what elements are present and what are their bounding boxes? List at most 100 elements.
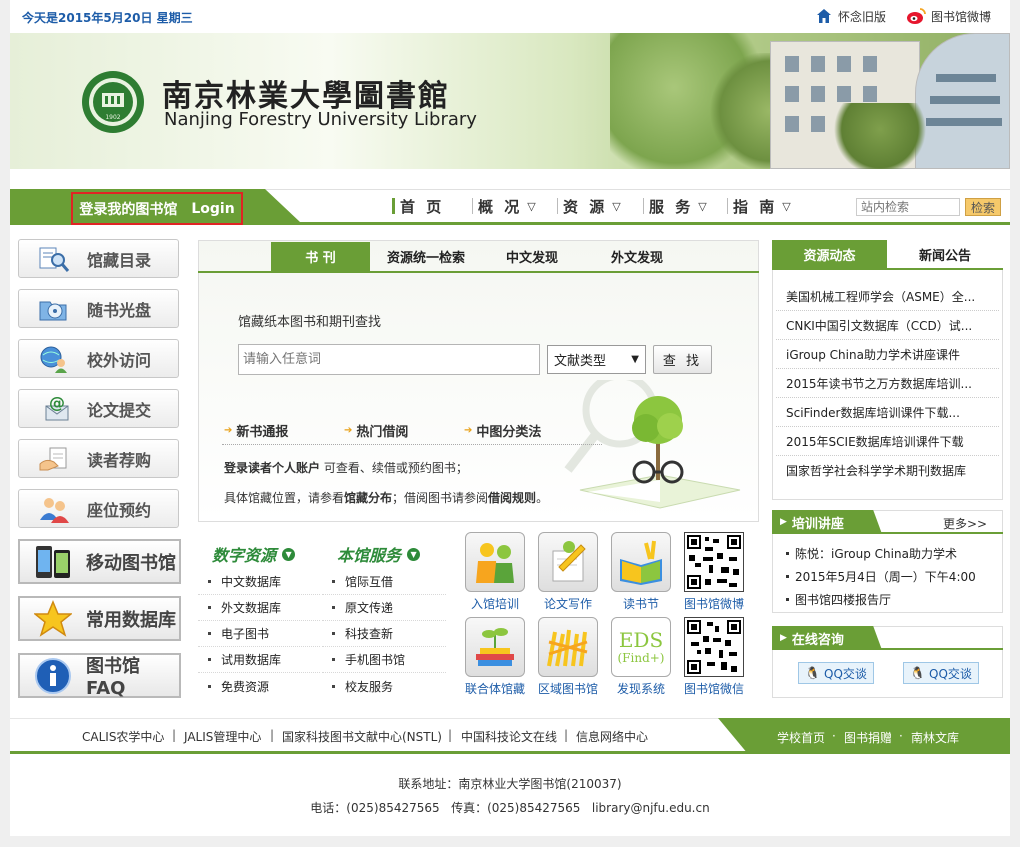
list-item-label: 免费资源	[221, 679, 270, 694]
discovery-system-label[interactable]: 发现系统	[602, 680, 680, 697]
news-item[interactable]: 2015年读书节之万方数据库培训...	[786, 375, 986, 392]
footer-link-book-donation[interactable]: 图书捐赠	[844, 729, 892, 746]
nav-divider	[472, 198, 473, 214]
tab-resource-news[interactable]: 资源动态	[772, 240, 887, 268]
mobile-library-button[interactable]: 移动图书馆	[18, 539, 181, 584]
reading-festival-label[interactable]: 读书节	[602, 595, 680, 612]
bullet-icon	[208, 658, 211, 661]
site-search-input[interactable]	[856, 198, 960, 216]
list-item[interactable]: 科技查新	[322, 621, 446, 647]
footer-link-nanlin-library[interactable]: 南林文库	[911, 729, 959, 746]
quicklink-new-books[interactable]: ➔ 新书通报	[224, 421, 288, 440]
faq-button[interactable]: 图书馆FAQ	[18, 653, 181, 699]
recommend-label: 读者荐购	[87, 450, 152, 470]
footer-link-network-center[interactable]: 信息网络中心	[576, 728, 648, 745]
training-line[interactable]: 陈悦：iGroup China助力学术	[786, 545, 957, 562]
paper-writing-tile[interactable]	[538, 532, 598, 592]
regional-library-label[interactable]: 区域图书馆	[529, 680, 607, 697]
news-item[interactable]: iGroup China助力学术讲座课件	[786, 346, 986, 363]
nav-resources[interactable]: 资 源 ▽	[557, 193, 621, 219]
nav-services-label: 服 务	[649, 197, 694, 216]
cd-button[interactable]: 随书光盘	[18, 289, 179, 328]
penguin-icon: 🐧	[910, 666, 926, 680]
qq-chat-button-1[interactable]: 🐧 QQ交谈	[798, 662, 874, 684]
list-item-label: 电子图书	[221, 627, 270, 641]
list-item[interactable]: 外文数据库	[198, 595, 320, 621]
news-item[interactable]: 美国机械工程师学会（ASME）全...	[786, 288, 986, 305]
info-icon	[34, 657, 72, 695]
tab-unified-search[interactable]: 资源统一检索	[373, 242, 479, 271]
training-more-link[interactable]: 更多>>	[943, 515, 987, 532]
distribution-link[interactable]: 馆藏分布	[344, 491, 392, 505]
training-line[interactable]: 图书馆四楼报告厅	[786, 591, 891, 608]
tab-foreign-discovery[interactable]: 外文发现	[598, 242, 676, 271]
nav-divider	[557, 198, 558, 214]
tab-chinese-discovery[interactable]: 中文发现	[493, 242, 571, 271]
footer-separator: ·	[832, 729, 836, 743]
site-search-button[interactable]: 检索	[965, 198, 1001, 216]
qq-chat-label: QQ交谈	[929, 666, 972, 681]
list-item[interactable]: 试用数据库	[198, 647, 320, 673]
people-icon	[37, 493, 71, 525]
login-button[interactable]: 登录我的图书馆 Login	[71, 192, 243, 225]
catalog-label: 馆藏目录	[87, 250, 152, 270]
news-item[interactable]: 2015年SCIE数据库培训课件下载	[786, 433, 986, 450]
nav-guide[interactable]: 指 南 ▽	[727, 193, 791, 219]
nav-services[interactable]: 服 务 ▽	[643, 193, 707, 219]
list-item[interactable]: 电子图书	[198, 621, 320, 647]
chevron-down-icon: ▽	[527, 199, 536, 213]
catalog-search-button[interactable]: 查 找	[653, 345, 712, 374]
nav-home[interactable]: 首 页	[392, 193, 444, 219]
weibo-link[interactable]: 图书馆微博	[906, 7, 991, 25]
footer-link-jalis[interactable]: JALIS管理中心	[184, 728, 261, 745]
regional-library-tile[interactable]	[538, 617, 598, 677]
qq-chat-button-2[interactable]: 🐧 QQ交谈	[903, 662, 979, 684]
old-version-link[interactable]: 怀念旧版	[815, 7, 886, 25]
catalog-search-input[interactable]	[238, 344, 540, 375]
reading-festival-tile[interactable]	[611, 532, 671, 592]
list-item[interactable]: 原文传递	[322, 595, 446, 621]
quicklink-classification[interactable]: ➔ 中图分类法	[464, 421, 541, 440]
remote-access-button[interactable]: 校外访问	[18, 339, 179, 378]
news-item[interactable]: 国家哲学社会科学学术期刊数据库	[786, 462, 986, 479]
location-note-text-c: ；借阅图书请参阅	[392, 491, 489, 505]
footer-link-calis[interactable]: CALIS农学中心	[82, 728, 164, 745]
discovery-system-tile[interactable]: EDS (Find+)	[611, 617, 671, 677]
training-label[interactable]: 入馆培训	[456, 595, 534, 612]
footer-link-nstl[interactable]: 国家科技图书文献中心(NSTL)	[282, 728, 442, 745]
tab-books[interactable]: 书 刊	[271, 242, 370, 271]
seat-booking-button[interactable]: 座位预约	[18, 489, 179, 528]
list-item[interactable]: 免费资源	[198, 673, 320, 699]
library-wechat-label[interactable]: 图书馆微信	[675, 680, 753, 697]
account-link[interactable]: 登录读者个人账户	[224, 461, 320, 475]
news-item[interactable]: CNKI中国引文数据库（CCD）试...	[786, 317, 986, 334]
databases-button[interactable]: 常用数据库	[18, 596, 181, 641]
quicklink-new-books-label: 新书通报	[236, 425, 289, 440]
recommend-button[interactable]: 读者荐购	[18, 439, 179, 478]
dotted-divider	[222, 444, 602, 445]
list-item[interactable]: 手机图书馆	[322, 647, 446, 673]
eds-logo-sub: (Find+)	[617, 651, 665, 665]
union-collection-tile[interactable]	[465, 617, 525, 677]
thesis-button[interactable]: @ 论文提交	[18, 389, 179, 428]
news-item[interactable]: SciFinder数据库培训课件下载...	[786, 404, 986, 421]
footer-contact: 电话：(025)85427565 传真：(025)85427565 librar…	[310, 801, 710, 815]
catalog-button[interactable]: 馆藏目录	[18, 239, 179, 278]
footer-link-school-home[interactable]: 学校首页	[777, 729, 825, 746]
library-weibo-label[interactable]: 图书馆微博	[675, 595, 753, 612]
footer-link-paper-online[interactable]: 中国科技论文在线	[461, 728, 557, 745]
bullet-icon	[332, 632, 335, 635]
paper-writing-label[interactable]: 论文写作	[529, 595, 607, 612]
union-collection-label[interactable]: 联合体馆藏	[456, 680, 534, 697]
tab-announcements[interactable]: 新闻公告	[887, 240, 1003, 268]
borrow-rules-link[interactable]: 借阅规则	[488, 491, 536, 505]
training-tile[interactable]	[465, 532, 525, 592]
training-line[interactable]: 2015年5月4日（周一）下午4:00	[786, 568, 976, 585]
doc-type-select[interactable]: 文献类型 ▼	[547, 345, 646, 374]
list-item[interactable]: 校友服务	[322, 673, 446, 699]
list-item[interactable]: 中文数据库	[198, 569, 320, 595]
nav-divider	[643, 198, 644, 214]
nav-overview[interactable]: 概 况 ▽	[472, 193, 536, 219]
list-item[interactable]: 馆际互借	[322, 569, 446, 595]
quicklink-hot-loans[interactable]: ➔ 热门借阅	[344, 421, 408, 440]
